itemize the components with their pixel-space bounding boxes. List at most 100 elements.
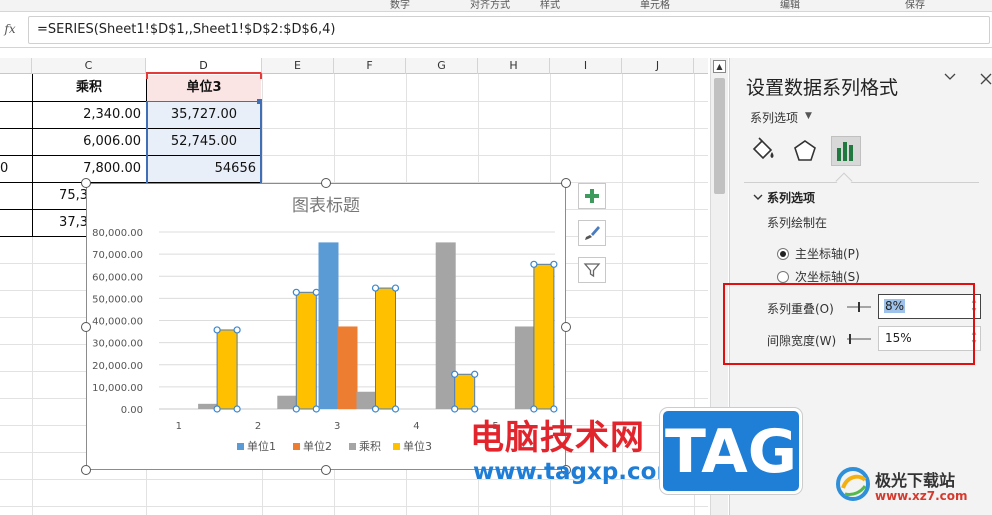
chart-resize-handle[interactable] (81, 178, 91, 188)
cell-c2[interactable]: 2,340.00 (32, 102, 146, 129)
column-header-c[interactable]: C (32, 58, 146, 74)
filter-icon (583, 263, 601, 278)
column-header-h[interactable]: H (478, 58, 550, 74)
cell-c5[interactable]: 75,3 (32, 183, 88, 210)
column-header-g[interactable]: G (406, 58, 478, 74)
dropdown-arrow-icon[interactable]: ▼ (805, 111, 812, 121)
primary-axis-label[interactable]: 主坐标轴(P) (795, 245, 860, 262)
bar-selection-handle[interactable] (213, 326, 221, 334)
cell-c3[interactable]: 6,006.00 (32, 129, 146, 156)
brush-icon (585, 226, 600, 240)
cell-c1[interactable]: 乘积 (32, 75, 146, 102)
formula-input[interactable]: =SERIES(Sheet1!$D$1,,Sheet1!$D$2:$D$6,4) (28, 16, 990, 44)
series-options-dropdown[interactable]: 系列选项 (750, 109, 798, 126)
cell-d3[interactable]: 52,745.00 (147, 129, 261, 156)
series-options-tab[interactable] (831, 136, 861, 166)
bar-selection-handle[interactable] (451, 405, 459, 413)
chart-title[interactable]: 图表标题 (292, 196, 360, 216)
bar-单位2[interactable] (337, 326, 358, 409)
bar-乘积[interactable] (514, 326, 535, 409)
bar-单位3[interactable] (295, 291, 317, 410)
section-title[interactable]: 系列选项 (767, 189, 815, 206)
bar-selection-handle[interactable] (233, 405, 241, 413)
ribbon-group-editing[interactable]: 编辑 (780, 0, 800, 11)
y-axis-labels: 0.00 10,000.00 20,000.00 30,000.00 40,000.00… (92, 228, 143, 416)
chart-resize-handle[interactable] (321, 465, 331, 475)
fill-line-tab[interactable] (748, 136, 778, 166)
chart-resize-handle[interactable] (321, 178, 331, 188)
primary-axis-radio[interactable] (777, 248, 789, 260)
legend-label[interactable]: 单位1 (247, 439, 276, 453)
y-tick-label: 20,000.00 (92, 361, 143, 372)
legend-swatch[interactable] (237, 443, 244, 450)
column-header-d[interactable]: D (146, 58, 262, 74)
bar-selection-handle[interactable] (312, 405, 320, 413)
scroll-up-icon[interactable]: ▲ (713, 60, 726, 73)
legend-swatch[interactable] (393, 443, 400, 450)
bar-selection-handle[interactable] (391, 284, 400, 292)
bar-单位3[interactable] (533, 263, 555, 410)
bar-乘积[interactable] (435, 242, 456, 409)
selection-handle[interactable] (257, 99, 262, 104)
chart-resize-handle[interactable] (561, 178, 571, 188)
bar-selection-handle[interactable] (451, 370, 459, 378)
cell-d2[interactable]: 35,727.00 (147, 102, 261, 129)
legend-label[interactable]: 乘积 (359, 440, 381, 453)
chart-elements-button[interactable] (578, 183, 606, 209)
collapse-chevron-icon[interactable] (753, 192, 763, 205)
column-header-e[interactable]: E (262, 58, 334, 74)
tab-indicator (835, 172, 853, 190)
bar-selection-handle[interactable] (292, 288, 300, 296)
scrollbar-thumb[interactable] (714, 78, 725, 194)
column-header-i[interactable]: I (550, 58, 622, 74)
chart-legend[interactable]: 单位1 单位2 乘积 单位3 (237, 439, 432, 453)
close-icon[interactable] (980, 70, 992, 89)
chart-filter-button[interactable] (578, 257, 606, 283)
cell-b4[interactable]: 0 (0, 156, 32, 183)
column-header-f[interactable]: F (334, 58, 406, 74)
bar-selection-handle[interactable] (312, 288, 320, 296)
x-tick-label: 1 (176, 421, 182, 432)
aurora-logo-icon (836, 467, 870, 501)
column-header-b[interactable] (0, 58, 32, 74)
legend-label[interactable]: 单位2 (303, 439, 332, 453)
bar-selection-handle[interactable] (371, 284, 380, 292)
chart-styles-button[interactable] (578, 220, 606, 246)
legend-swatch[interactable] (349, 443, 356, 450)
selection-border (146, 101, 148, 185)
cell-d1[interactable]: 单位3 (147, 75, 261, 102)
secondary-axis-radio[interactable] (777, 271, 789, 283)
chevron-down-icon[interactable] (944, 70, 956, 86)
effects-tab[interactable] (790, 136, 820, 166)
ribbon-group-cells[interactable]: 单元格 (640, 0, 670, 11)
cell-c6[interactable]: 37,3 (32, 210, 88, 237)
watermark-tag-text: TAG (665, 417, 797, 487)
annotation-highlight-box (723, 283, 975, 365)
header-range-marker (146, 74, 148, 79)
ribbon-group-styles[interactable]: 样式 (540, 0, 560, 11)
fx-icon[interactable]: fx (0, 22, 20, 36)
bar-单位3[interactable] (375, 287, 396, 410)
column-header-j[interactable]: J (622, 58, 694, 74)
bar-selection-handle[interactable] (292, 405, 300, 413)
bar-单位3[interactable] (216, 329, 238, 410)
chart-resize-handle[interactable] (81, 465, 91, 475)
bar-selection-handle[interactable] (550, 260, 558, 268)
cell-d4[interactable]: 54656 (147, 156, 261, 183)
ribbon-group-alignment[interactable]: 对齐方式 (470, 0, 510, 11)
ribbon-group-save[interactable]: 保存 (905, 0, 925, 11)
ribbon-group-number[interactable]: 数字 (390, 0, 410, 11)
bar-单位1[interactable] (318, 242, 339, 409)
legend-swatch[interactable] (293, 443, 300, 450)
bar-selection-handle[interactable] (213, 405, 221, 413)
legend-label[interactable]: 单位3 (403, 439, 432, 453)
bar-selection-handle[interactable] (391, 405, 400, 413)
bar-selection-handle[interactable] (371, 405, 380, 413)
bar-selection-handle[interactable] (233, 326, 241, 334)
chart-resize-handle[interactable] (81, 321, 91, 332)
bar-selection-handle[interactable] (471, 370, 479, 378)
bar-selection-handle[interactable] (530, 260, 538, 268)
chart-resize-handle[interactable] (561, 321, 571, 332)
bar-单位3[interactable] (454, 373, 476, 410)
gridline-horizontal (0, 506, 708, 507)
